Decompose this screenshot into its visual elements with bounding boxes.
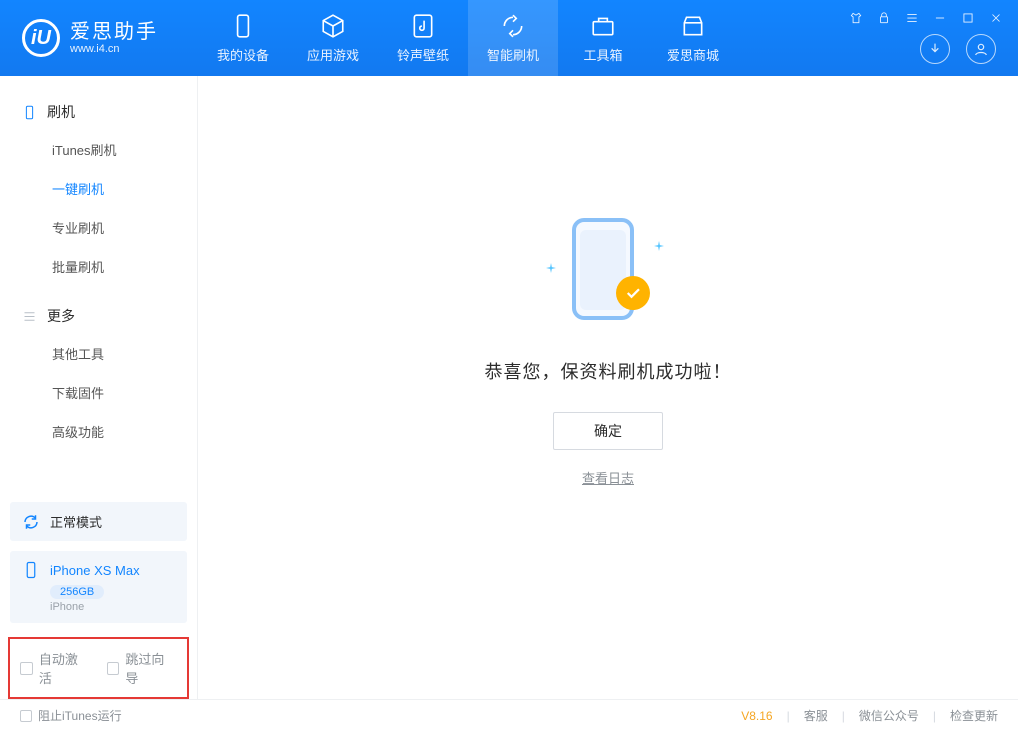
device-name: iPhone XS Max	[50, 563, 140, 578]
success-message: 恭喜您，保资料刷机成功啦！	[485, 358, 732, 384]
minimize-icon[interactable]	[932, 10, 948, 26]
success-illustration	[538, 208, 678, 328]
device-capacity: 256GB	[50, 585, 104, 599]
music-icon	[410, 13, 436, 39]
sidebar-group-more[interactable]: 更多	[0, 298, 197, 334]
app-header: iU 爱思助手 www.i4.cn 我的设备 应用游戏 铃声壁纸 智能刷机 工具…	[0, 0, 1018, 76]
mode-label: 正常模式	[50, 512, 102, 531]
maximize-icon[interactable]	[960, 10, 976, 26]
checkbox-auto-activate[interactable]: 自动激活	[20, 649, 91, 687]
close-icon[interactable]	[988, 10, 1004, 26]
check-update-link[interactable]: 检查更新	[950, 707, 998, 724]
nav-store[interactable]: 爱思商城	[648, 0, 738, 76]
checkbox-skip-guide[interactable]: 跳过向导	[107, 649, 178, 687]
checkbox-label: 自动激活	[39, 649, 91, 687]
sidebar-scroll: 刷机 iTunes刷机 一键刷机 专业刷机 批量刷机 更多 其他工具 下载固件 …	[0, 76, 197, 502]
separator: |	[933, 709, 936, 723]
footer: 阻止iTunes运行 V8.16 | 客服 | 微信公众号 | 检查更新	[0, 699, 1018, 731]
sidebar-item-batch-flash[interactable]: 批量刷机	[0, 247, 197, 286]
check-badge-icon	[616, 276, 650, 310]
phone-icon	[22, 105, 37, 120]
separator: |	[842, 709, 845, 723]
footer-right: V8.16 | 客服 | 微信公众号 | 检查更新	[741, 707, 998, 724]
nav-label: 我的设备	[217, 45, 269, 64]
sidebar-item-pro-flash[interactable]: 专业刷机	[0, 208, 197, 247]
group-title: 更多	[47, 306, 75, 326]
options-row: 自动激活 跳过向导	[8, 637, 189, 699]
main-nav: 我的设备 应用游戏 铃声壁纸 智能刷机 工具箱 爱思商城	[198, 0, 738, 76]
device-card[interactable]: iPhone XS Max 256GB iPhone	[10, 551, 187, 623]
download-icon[interactable]	[920, 34, 950, 64]
shirt-icon[interactable]	[848, 10, 864, 26]
nav-toolbox[interactable]: 工具箱	[558, 0, 648, 76]
sidebar-item-itunes-flash[interactable]: iTunes刷机	[0, 130, 197, 169]
separator: |	[787, 709, 790, 723]
support-link[interactable]: 客服	[804, 707, 828, 724]
logo-area: iU 爱思助手 www.i4.cn	[0, 19, 198, 57]
app-url: www.i4.cn	[70, 43, 158, 56]
nav-smart-flash[interactable]: 智能刷机	[468, 0, 558, 76]
logo-icon: iU	[22, 19, 60, 57]
app-body: 刷机 iTunes刷机 一键刷机 专业刷机 批量刷机 更多 其他工具 下载固件 …	[0, 76, 1018, 699]
sidebar-item-advanced[interactable]: 高级功能	[0, 412, 197, 451]
ok-button[interactable]: 确定	[553, 412, 663, 450]
checkbox-box-icon	[20, 710, 32, 722]
device-panel: 正常模式 iPhone XS Max 256GB iPhone	[0, 502, 197, 623]
version-label: V8.16	[741, 709, 772, 723]
header-actions	[920, 34, 996, 64]
app-title: 爱思助手	[70, 21, 158, 43]
refresh-icon	[500, 13, 526, 39]
checkbox-label: 跳过向导	[125, 649, 177, 687]
sidebar-item-other-tools[interactable]: 其他工具	[0, 334, 197, 373]
sidebar-item-download-firmware[interactable]: 下载固件	[0, 373, 197, 412]
nav-label: 工具箱	[583, 45, 622, 64]
main-content: 恭喜您，保资料刷机成功啦！ 确定 查看日志	[198, 76, 1018, 699]
checkbox-box-icon	[107, 662, 120, 675]
sparkle-icon	[654, 238, 664, 248]
refresh-small-icon	[22, 513, 40, 531]
device-icon	[230, 13, 256, 39]
nav-apps-games[interactable]: 应用游戏	[288, 0, 378, 76]
nav-ringtones-wallpapers[interactable]: 铃声壁纸	[378, 0, 468, 76]
cube-icon	[320, 13, 346, 39]
toolbox-icon	[590, 13, 616, 39]
device-type: iPhone	[50, 601, 175, 613]
group-title: 刷机	[47, 102, 75, 122]
lock-icon[interactable]	[876, 10, 892, 26]
sidebar-group-flash[interactable]: 刷机	[0, 94, 197, 130]
sparkle-icon	[546, 260, 556, 270]
nav-label: 智能刷机	[487, 45, 539, 64]
menu-icon[interactable]	[904, 10, 920, 26]
nav-label: 应用游戏	[307, 45, 359, 64]
checkbox-block-itunes[interactable]: 阻止iTunes运行	[20, 707, 122, 724]
checkbox-box-icon	[20, 662, 33, 675]
store-icon	[680, 13, 706, 39]
nav-label: 铃声壁纸	[397, 45, 449, 64]
nav-my-device[interactable]: 我的设备	[198, 0, 288, 76]
mode-card[interactable]: 正常模式	[10, 502, 187, 541]
nav-label: 爱思商城	[667, 45, 719, 64]
device-name-row: iPhone XS Max	[22, 561, 175, 579]
view-log-link[interactable]: 查看日志	[582, 468, 634, 487]
sidebar: 刷机 iTunes刷机 一键刷机 专业刷机 批量刷机 更多 其他工具 下载固件 …	[0, 76, 198, 699]
phone-small-icon	[22, 561, 40, 579]
list-icon	[22, 309, 37, 324]
logo-text: 爱思助手 www.i4.cn	[70, 21, 158, 56]
sidebar-item-oneclick-flash[interactable]: 一键刷机	[0, 169, 197, 208]
titlebar-controls	[848, 10, 1004, 26]
wechat-link[interactable]: 微信公众号	[859, 707, 919, 724]
user-icon[interactable]	[966, 34, 996, 64]
checkbox-label: 阻止iTunes运行	[38, 707, 122, 724]
